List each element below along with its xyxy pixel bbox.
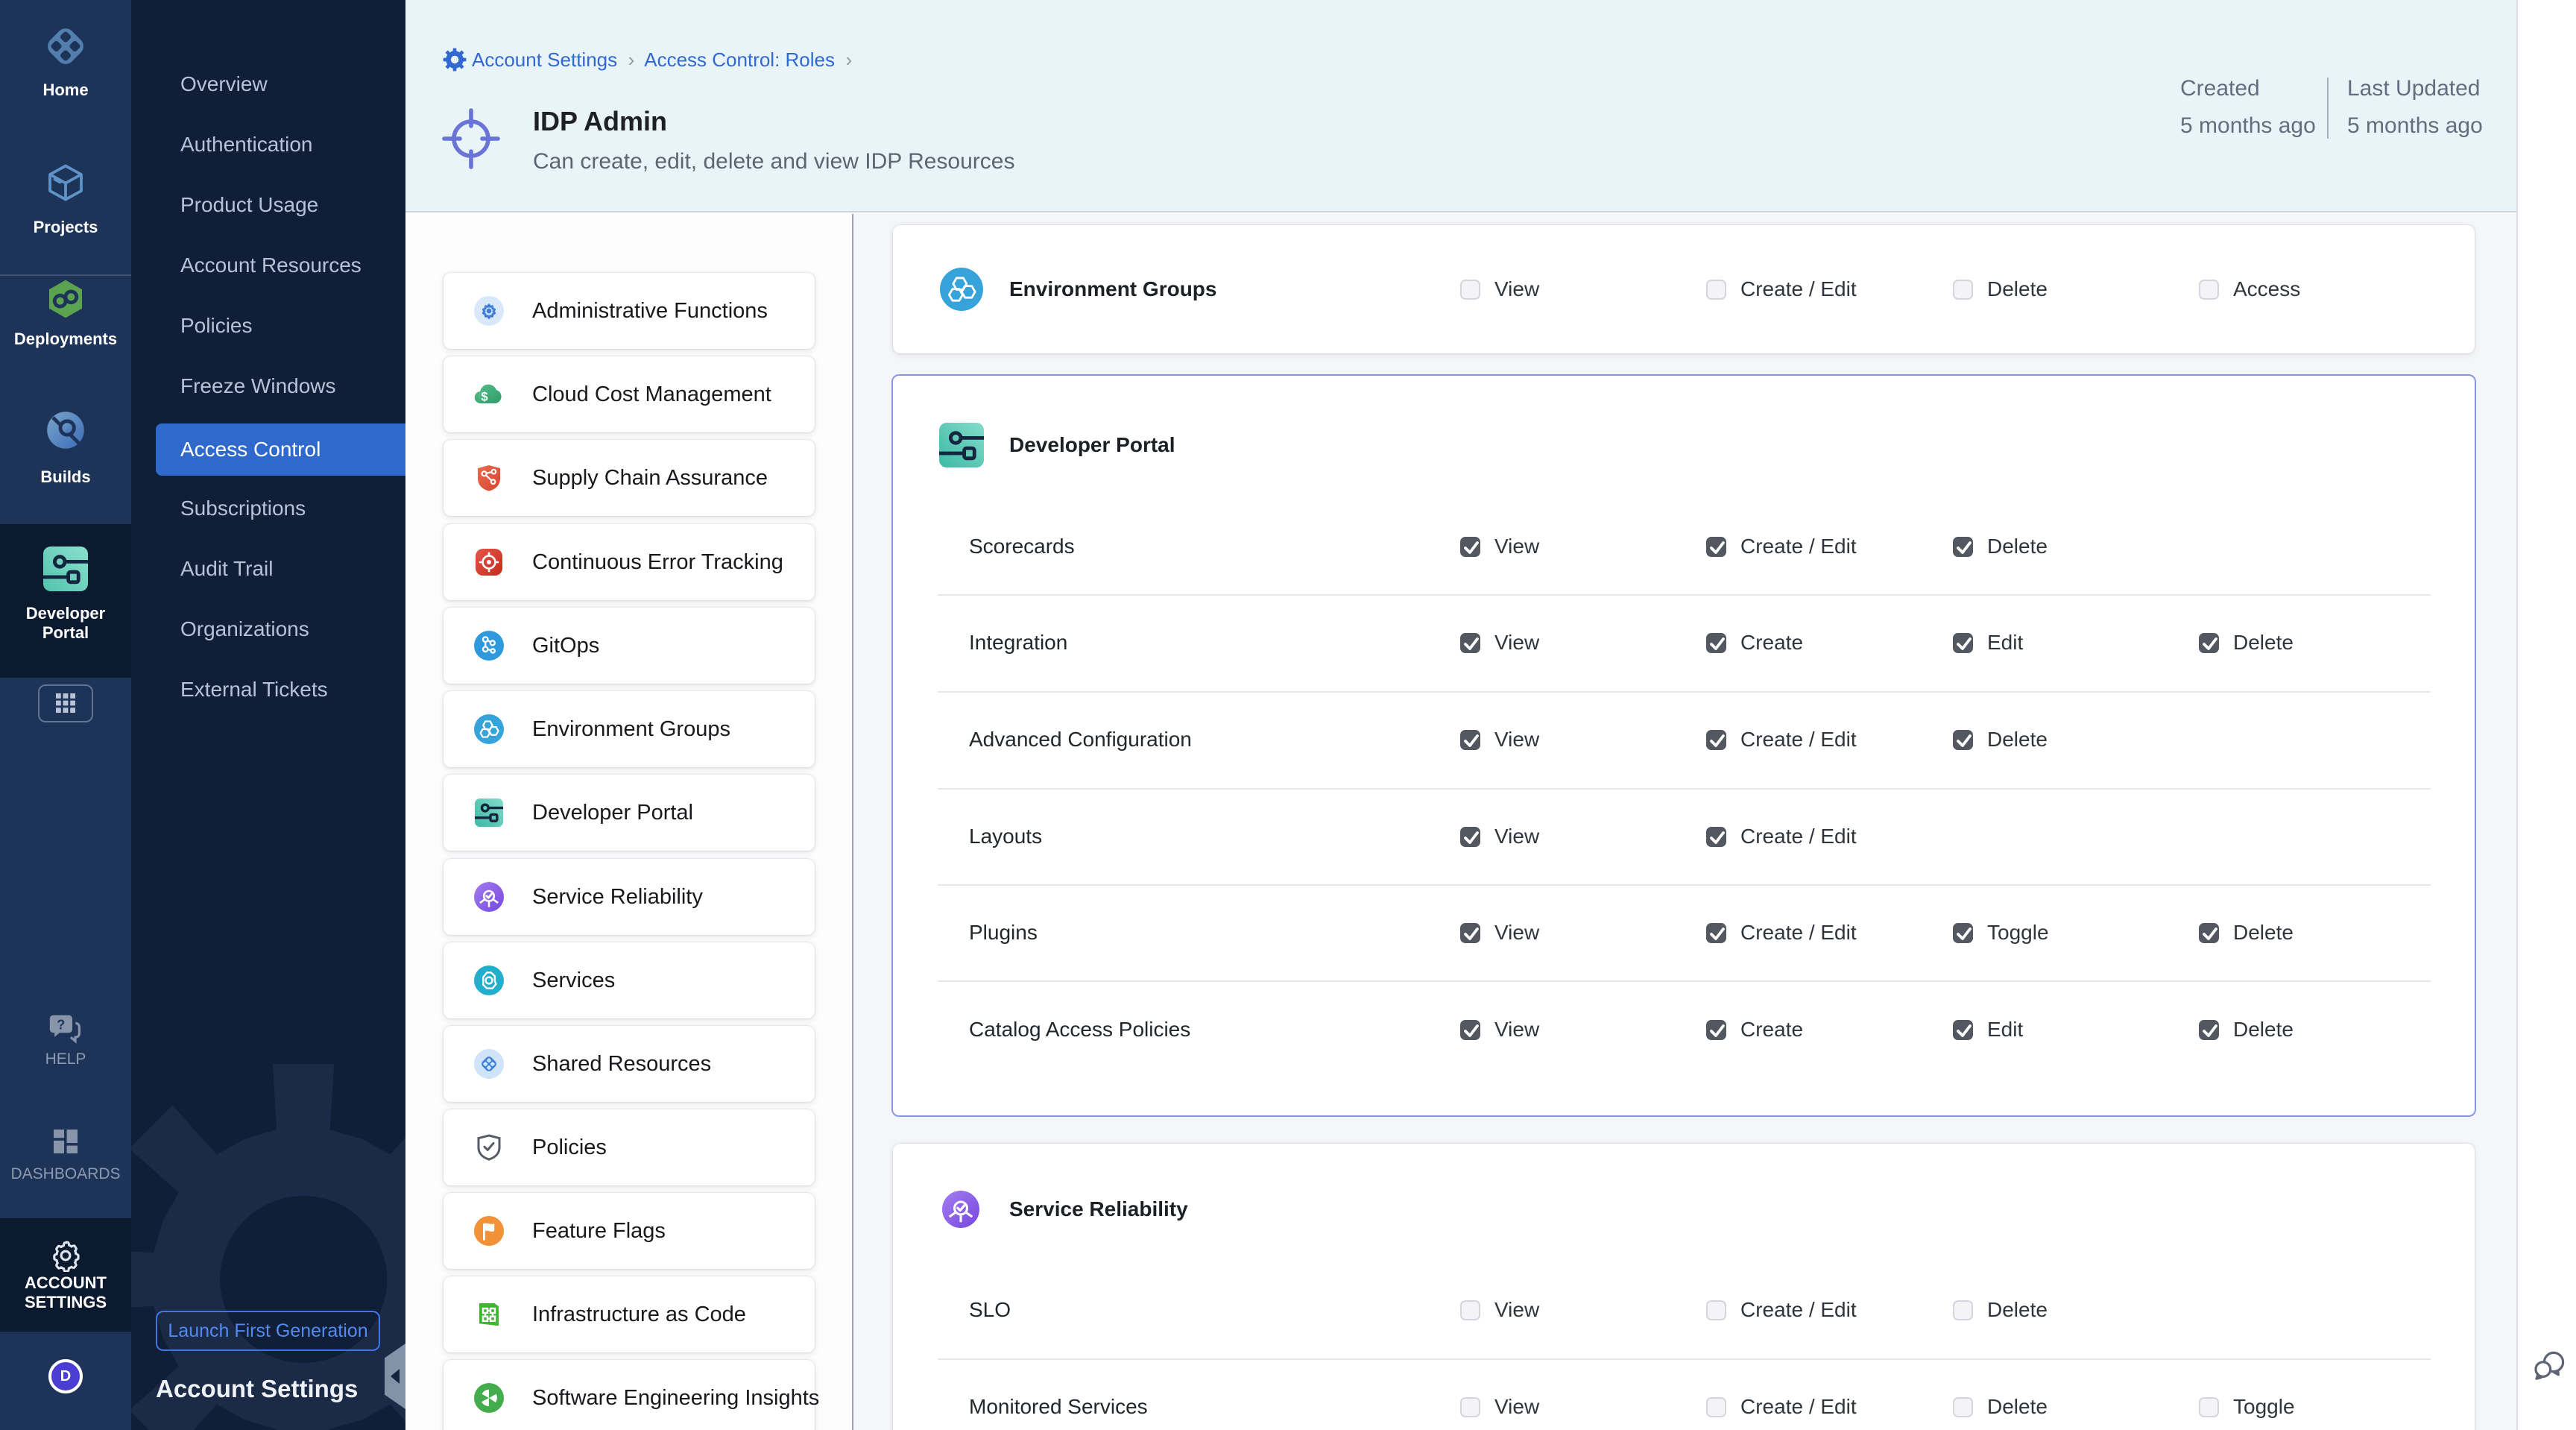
svg-text:?: ? — [57, 1018, 65, 1033]
svg-text:$: $ — [481, 390, 488, 404]
